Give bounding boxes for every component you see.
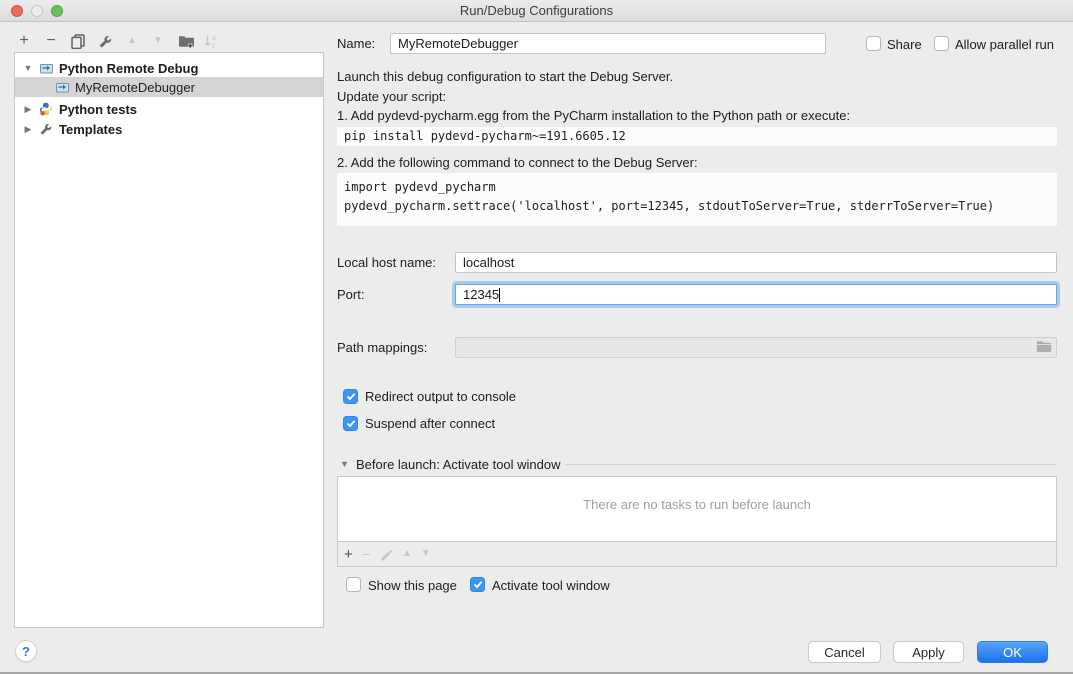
- plus-icon: +: [19, 33, 28, 49]
- allow-parallel-run-label[interactable]: Allow parallel run: [955, 37, 1054, 52]
- cancel-button[interactable]: Cancel: [808, 641, 881, 663]
- help-button[interactable]: ?: [15, 640, 37, 662]
- suspend-after-connect-checkbox[interactable]: [343, 416, 358, 431]
- arrow-up-icon: ▲: [127, 36, 137, 46]
- path-mappings-label: Path mappings:: [337, 340, 427, 355]
- python-tests-icon: [39, 102, 55, 116]
- allow-parallel-run-checkbox[interactable]: [934, 36, 949, 51]
- chevron-down-icon[interactable]: ▼: [23, 63, 33, 73]
- settrace-code: import pydevd_pycharm pydevd_pycharm.set…: [337, 173, 1057, 226]
- sort-configurations-button: a z: [201, 31, 221, 51]
- create-folder-button[interactable]: [176, 31, 196, 51]
- ok-button[interactable]: OK: [977, 641, 1048, 663]
- browse-path-mappings-button[interactable]: [1036, 340, 1052, 354]
- local-host-name-input[interactable]: [455, 252, 1057, 273]
- minus-icon: −: [46, 33, 55, 49]
- chevron-right-icon[interactable]: ▶: [23, 124, 33, 135]
- port-label: Port:: [337, 287, 364, 302]
- pip-install-code: pip install pydevd-pycharm~=191.6605.12: [337, 127, 1057, 146]
- check-icon: [346, 392, 356, 401]
- wrench-icon: [98, 34, 113, 49]
- tasks-empty-text: There are no tasks to run before launch: [338, 497, 1056, 512]
- sort-az-icon: a z: [203, 33, 219, 49]
- local-host-name-label: Local host name:: [337, 255, 436, 270]
- tree-item-templates[interactable]: ▶ Templates: [15, 119, 323, 139]
- ok-button-label: OK: [1003, 645, 1022, 660]
- name-input[interactable]: [390, 33, 826, 54]
- section-divider: [566, 464, 1057, 465]
- svg-text:z: z: [212, 43, 216, 50]
- move-task-up-button: ▲: [402, 549, 412, 559]
- redirect-output-checkbox[interactable]: [343, 389, 358, 404]
- arrow-down-icon: ▼: [153, 36, 163, 46]
- chevron-right-icon[interactable]: ▶: [23, 104, 33, 115]
- tree-item-label: Python tests: [59, 102, 137, 117]
- port-input[interactable]: [455, 284, 1057, 305]
- window-title: Run/Debug Configurations: [0, 3, 1073, 18]
- edit-task-pencil-icon: [379, 547, 393, 561]
- configurations-tree: ▼ Python Remote Debug MyRemoteDebugger: [14, 52, 324, 628]
- new-folder-icon: [178, 34, 195, 49]
- before-launch-tasks-list[interactable]: There are no tasks to run before launch: [337, 476, 1057, 542]
- question-mark-icon: ?: [22, 644, 30, 659]
- apply-button[interactable]: Apply: [893, 641, 964, 663]
- remove-configuration-button[interactable]: −: [41, 31, 61, 51]
- tree-item-python-remote-debug[interactable]: ▼ Python Remote Debug: [15, 58, 323, 78]
- tree-item-python-tests[interactable]: ▶ Python tests: [15, 99, 323, 119]
- tree-item-label: Templates: [59, 122, 122, 137]
- remote-debug-config-icon: [39, 61, 55, 75]
- share-checkbox[interactable]: [866, 36, 881, 51]
- remove-task-button: −: [362, 547, 370, 561]
- path-mappings-input: [455, 337, 1057, 358]
- svg-text:a: a: [212, 35, 216, 42]
- copy-configuration-button[interactable]: [68, 31, 88, 51]
- add-configuration-button[interactable]: +: [14, 31, 34, 51]
- instruction-line-2: Update your script:: [337, 89, 446, 104]
- instruction-line-1: Launch this debug configuration to start…: [337, 69, 673, 84]
- templates-wrench-icon: [39, 122, 55, 136]
- move-up-button: ▲: [122, 31, 142, 51]
- before-launch-collapse-icon[interactable]: ▼: [340, 459, 349, 469]
- tree-item-label: MyRemoteDebugger: [75, 80, 195, 95]
- check-icon: [473, 580, 483, 589]
- cancel-button-label: Cancel: [824, 645, 864, 660]
- run-debug-configurations-dialog: Run/Debug Configurations + − ▲ ▼ a z: [0, 0, 1073, 674]
- suspend-after-connect-label[interactable]: Suspend after connect: [365, 416, 495, 431]
- activate-tool-window-label[interactable]: Activate tool window: [492, 578, 610, 593]
- name-label: Name:: [337, 36, 375, 51]
- check-icon: [346, 419, 356, 428]
- instruction-step-2: 2. Add the following command to connect …: [337, 155, 698, 170]
- text-caret: [499, 288, 500, 302]
- folder-icon: [1036, 340, 1052, 353]
- edit-defaults-button[interactable]: [95, 31, 115, 51]
- show-this-page-checkbox[interactable]: [346, 577, 361, 592]
- title-bar: Run/Debug Configurations: [0, 0, 1073, 22]
- code-line-import: import pydevd_pycharm: [344, 178, 1057, 197]
- move-task-down-button: ▼: [421, 549, 431, 559]
- tree-item-myremotedebugger[interactable]: MyRemoteDebugger: [15, 77, 323, 97]
- move-down-button: ▼: [148, 31, 168, 51]
- copy-icon: [71, 34, 85, 49]
- activate-tool-window-checkbox[interactable]: [470, 577, 485, 592]
- before-launch-toolbar: + − ▲ ▼: [337, 542, 1057, 567]
- share-label[interactable]: Share: [887, 37, 922, 52]
- remote-debug-config-icon: [55, 80, 71, 94]
- apply-button-label: Apply: [912, 645, 945, 660]
- redirect-output-label[interactable]: Redirect output to console: [365, 389, 516, 404]
- code-line-settrace: pydevd_pycharm.settrace('localhost', por…: [344, 197, 1057, 216]
- show-this-page-label[interactable]: Show this page: [368, 578, 457, 593]
- tree-item-label: Python Remote Debug: [59, 61, 198, 76]
- before-launch-title: Before launch: Activate tool window: [356, 457, 561, 472]
- instruction-step-1: 1. Add pydevd-pycharm.egg from the PyCha…: [337, 108, 850, 123]
- add-task-button[interactable]: +: [344, 547, 353, 562]
